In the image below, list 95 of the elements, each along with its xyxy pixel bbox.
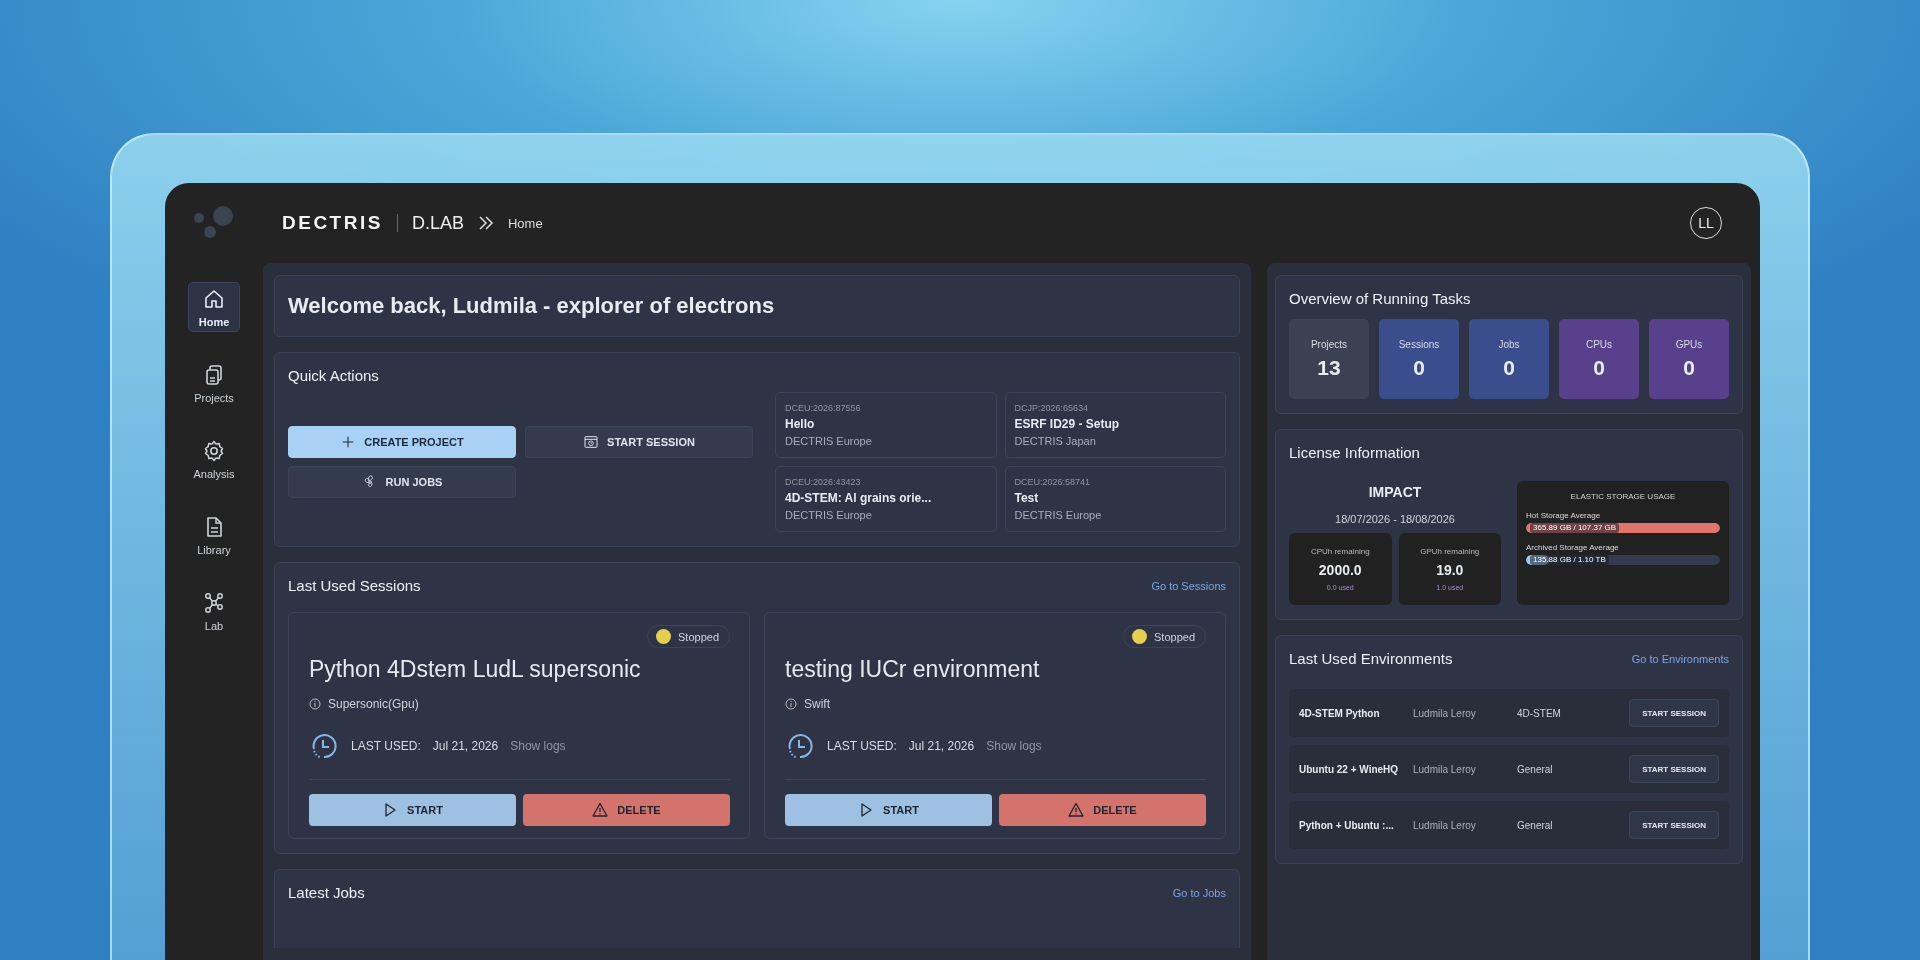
environment-category: General (1517, 819, 1554, 831)
warning-icon (1068, 802, 1085, 818)
double-chevron-icon (477, 215, 494, 231)
last-used-date: Jul 21, 2026 (432, 739, 499, 753)
tile-value: 0 (1413, 355, 1425, 380)
sidebar-item[interactable]: Projects (188, 358, 240, 408)
welcome-title: Welcome back, Ludmila - explorer of electrons (288, 292, 776, 320)
quota-value: 19.0 (1436, 562, 1464, 578)
go-to-sessions-link[interactable]: Go to Sessions (1151, 579, 1226, 592)
status-label: Stopped (678, 630, 719, 643)
environment-category: General (1517, 763, 1554, 775)
delete-button[interactable]: DELETE (523, 794, 730, 826)
quota-value: 2000.0 (1318, 562, 1362, 578)
quota-label: CPUh remaining (1310, 547, 1370, 556)
project-card[interactable]: DCJP:2026:65634 ESRF ID29 - Setup DECTRIS Japan (1004, 392, 1226, 458)
environment-name: Ubuntu 22 + WineHQ (1299, 763, 1400, 775)
project-card[interactable]: DCEU:2026:87556 Hello DECTRIS Europe (775, 392, 997, 458)
section-title: Quick Actions (288, 367, 380, 384)
last-used-date: Jul 21, 2026 (908, 739, 975, 753)
project-name: Test (1014, 491, 1040, 505)
quick-action-button[interactable]: RUN JOBS (288, 466, 516, 498)
section-title: Overview of Running Tasks (1289, 290, 1472, 307)
project-organization: DECTRIS Japan (1014, 435, 1097, 447)
start-session-button[interactable]: START SESSION (1629, 699, 1719, 727)
show-logs-link[interactable]: Show logs (986, 739, 1042, 753)
sidebar-item[interactable]: Library (188, 510, 240, 560)
project-organization: DECTRIS Europe (1014, 509, 1103, 521)
tile-value: 0 (1503, 355, 1515, 380)
project-card[interactable]: DCEU:2026:58741 Test DECTRIS Europe (1004, 466, 1226, 532)
section-title: License Information (1289, 444, 1421, 461)
session-name: testing IUCr environment (785, 656, 1041, 683)
storage-reading: 365.89 GB / 107.37 GB (1530, 523, 1620, 533)
tile-label: Jobs (1498, 338, 1520, 350)
start-session-button[interactable]: START SESSION (1629, 755, 1719, 783)
environment-name: 4D-STEM Python (1299, 707, 1381, 719)
session-name: Python 4Dstem LudL supersonic (309, 656, 642, 683)
project-name: 4D-STEM: Al grains orie... (785, 491, 933, 505)
tile-value: 0 (1593, 355, 1605, 380)
environment-name: Python + Ubuntu :... (1299, 819, 1395, 831)
environment-name: Supersonic(Gpu) (328, 697, 419, 711)
project-id: DCEU:2026:87556 (785, 403, 862, 413)
info-icon (309, 698, 321, 710)
environment-name: Swift (804, 697, 830, 711)
breadcrumb[interactable]: Home (507, 215, 543, 231)
sidebar-item[interactable]: Lab (188, 586, 240, 636)
environment-owner: Ludmila Leroy (1413, 763, 1477, 775)
project-organization: DECTRIS Europe (785, 435, 873, 447)
section-title: Last Used Sessions (288, 577, 421, 594)
last-used-label: LAST USED: (827, 739, 897, 753)
tile-value: 0 (1683, 355, 1695, 380)
project-name: ESRF ID29 - Setup (1014, 417, 1121, 431)
tile-value: 13 (1317, 355, 1341, 380)
brand-logo: DECTRIS (282, 212, 383, 234)
tile-label: CPUs (1585, 338, 1613, 350)
product-name: D.LAB (411, 212, 464, 234)
storage-label: Hot Storage Average (1526, 511, 1602, 520)
show-logs-link[interactable]: Show logs (510, 739, 566, 753)
tile-label: Projects (1310, 338, 1348, 350)
tile-label: GPUs (1675, 338, 1703, 350)
quick-action-button[interactable]: START SESSION (525, 426, 753, 458)
start-button[interactable]: START (785, 794, 992, 826)
section-title: Last Used Environments (1289, 650, 1453, 667)
quota-label: GPUh remaining (1420, 547, 1480, 556)
storage-reading: 135.88 GB / 1.10 TB (1530, 555, 1609, 565)
environment-owner: Ludmila Leroy (1413, 819, 1477, 831)
start-button[interactable]: START (309, 794, 516, 826)
project-id: DCEU:2026:58741 (1014, 477, 1092, 487)
go-to-jobs-link[interactable]: Go to Jobs (1172, 886, 1226, 899)
info-icon (785, 698, 797, 710)
project-card[interactable]: DCEU:2026:43423 4D-STEM: Al grains orie... DECTRIS Europe (775, 466, 997, 532)
storage-label: Archived Storage Average (1526, 543, 1620, 552)
logo-icon (193, 206, 235, 240)
project-organization: DECTRIS Europe (785, 509, 873, 521)
storage-title: ELASTIC STORAGE USAGE (1569, 492, 1677, 501)
sidebar-item[interactable]: Analysis (188, 434, 240, 484)
license-plan: IMPACT (1367, 484, 1423, 500)
warning-icon (592, 802, 609, 818)
environment-category: 4D-STEM (1517, 707, 1562, 719)
project-id: DCEU:2026:43423 (785, 477, 862, 487)
start-session-button[interactable]: START SESSION (1629, 811, 1719, 839)
sidebar-item[interactable]: Home (188, 282, 240, 332)
delete-button[interactable]: DELETE (999, 794, 1206, 826)
status-label: Stopped (1154, 630, 1195, 643)
last-used-label: LAST USED: (351, 739, 421, 753)
project-id: DCJP:2026:65634 (1014, 403, 1090, 413)
gear-icon (202, 438, 226, 463)
go-to-environments-link[interactable]: Go to Environments (1631, 652, 1729, 665)
calendar-clock-icon (583, 434, 600, 450)
project-name: Hello (785, 417, 816, 431)
quick-action-button[interactable]: CREATE PROJECT (288, 426, 516, 458)
environment-owner: Ludmila Leroy (1413, 707, 1477, 719)
section-title: Latest Jobs (288, 884, 365, 901)
license-period: 18/07/2026 - 18/08/2026 (1334, 513, 1456, 525)
network-icon (202, 590, 226, 615)
tile-label: Sessions (1398, 338, 1440, 350)
